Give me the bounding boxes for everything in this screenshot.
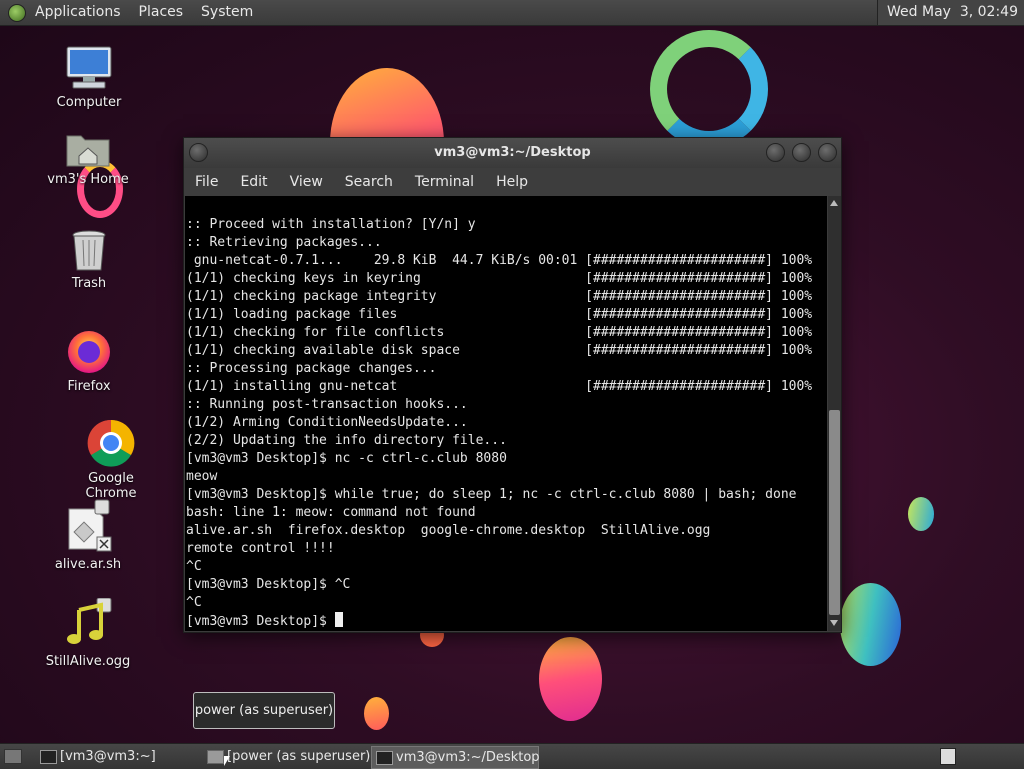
- mouse-pointer-icon: [224, 756, 230, 766]
- terminal-line: ^C: [186, 595, 202, 610]
- desktop-icon-label: Trash: [71, 276, 107, 291]
- wallpaper-pink-blob: [539, 637, 602, 721]
- taskbar-item-terminal-desktop[interactable]: vm3@vm3:~/Desktop: [371, 746, 540, 769]
- music-file-icon: [61, 597, 115, 650]
- taskbar-tooltip: power (as superuser): [193, 692, 335, 729]
- taskbar-item-power[interactable]: [power (as superuser)]: [203, 746, 387, 767]
- terminal-text: :: Proceed with installation? [Y/n] y ::…: [185, 196, 827, 631]
- menu-search[interactable]: Search: [334, 174, 404, 190]
- show-desktop-icon[interactable]: [4, 749, 22, 764]
- trash-icon: [69, 230, 109, 272]
- window-titlebar[interactable]: vm3@vm3:~/Desktop: [184, 138, 841, 168]
- desktop-icon-label: Google Chrome: [85, 471, 137, 501]
- menu-edit[interactable]: Edit: [229, 174, 278, 190]
- desktop-icon-computer[interactable]: Computer: [39, 45, 139, 110]
- desktop-icon-trash[interactable]: Trash: [39, 230, 139, 291]
- terminal-line: :: Running post-transaction hooks...: [186, 397, 468, 412]
- terminal-line: (1/1) checking keys in keyring [########…: [186, 271, 813, 286]
- distro-logo-icon[interactable]: [8, 3, 26, 22]
- desktop-icon-label: vm3's Home: [47, 172, 129, 187]
- terminal-line: ^C: [186, 559, 202, 574]
- menu-help[interactable]: Help: [485, 174, 539, 190]
- terminal-line: :: Proceed with installation? [Y/n] y: [186, 217, 476, 232]
- menu-view[interactable]: View: [279, 174, 334, 190]
- terminal-scrollbar[interactable]: [828, 196, 841, 631]
- desktop-icon-label: alive.ar.sh: [54, 557, 122, 572]
- terminal-line: alive.ar.sh firefox.desktop google-chrom…: [186, 523, 711, 538]
- terminal-line: :: Retrieving packages...: [186, 235, 382, 250]
- terminal-line: gnu-netcat-0.7.1... 29.8 KiB 44.7 KiB/s …: [186, 253, 813, 268]
- bottom-panel: [vm3@vm3:~] [power (as superuser)] vm3@v…: [0, 743, 1024, 769]
- terminal-line: bash: line 1: meow: command not found: [186, 505, 476, 520]
- wallpaper-tiny-blob: [364, 697, 389, 730]
- terminal-line: (1/1) checking for file conflicts [#####…: [186, 325, 813, 340]
- terminal-line: [vm3@vm3 Desktop]$ nc -c ctrl-c.club 808…: [186, 451, 507, 466]
- home-folder-icon: [65, 130, 111, 168]
- system-menu[interactable]: System: [192, 0, 262, 25]
- terminal-line: [vm3@vm3 Desktop]$ ^C: [186, 577, 351, 592]
- terminal-line: (1/1) installing gnu-netcat [###########…: [186, 379, 813, 394]
- terminal-line: (1/2) Arming ConditionNeedsUpdate...: [186, 415, 468, 430]
- desktop-icon-stillalive[interactable]: StillAlive.ogg: [38, 597, 138, 669]
- desktop-icon-label: Firefox: [67, 379, 111, 394]
- terminal-menubar: File Edit View Search Terminal Help: [184, 168, 841, 196]
- wallpaper-blue-blob: [840, 583, 901, 666]
- terminal-icon: [376, 751, 393, 765]
- terminal-prompt: [vm3@vm3 Desktop]$: [186, 614, 335, 629]
- scroll-up-arrow-icon[interactable]: [830, 200, 838, 206]
- desktop-icon-label: StillAlive.ogg: [45, 654, 131, 669]
- computer-icon: [65, 45, 113, 91]
- chrome-icon: [87, 419, 135, 467]
- window-title: vm3@vm3:~/Desktop: [434, 145, 591, 160]
- menu-file[interactable]: File: [184, 174, 229, 190]
- taskbar-item-label: vm3@vm3:~/Desktop: [396, 750, 540, 765]
- folder-icon: [207, 750, 224, 764]
- desktop-icon-firefox[interactable]: Firefox: [39, 327, 139, 394]
- places-menu[interactable]: Places: [130, 0, 193, 25]
- wallpaper-ring: [650, 30, 768, 148]
- terminal-line: (2/2) Updating the info directory file..…: [186, 433, 507, 448]
- clock[interactable]: Wed May 3, 02:49: [877, 0, 1024, 25]
- terminal-line: :: Processing package changes...: [186, 361, 437, 376]
- terminal-line: (1/1) checking available disk space [###…: [186, 343, 813, 358]
- terminal-line: [vm3@vm3 Desktop]$ while true; do sleep …: [186, 487, 797, 502]
- close-button[interactable]: [818, 143, 837, 162]
- workspace-switcher[interactable]: [940, 748, 956, 765]
- script-file-icon: [61, 499, 115, 553]
- applications-menu[interactable]: Applications: [26, 0, 130, 25]
- desktop-icon-chrome[interactable]: Google Chrome: [61, 419, 161, 501]
- taskbar-item-label: [power (as superuser)]: [227, 749, 376, 764]
- terminal-line: (1/1) loading package files [###########…: [186, 307, 813, 322]
- terminal-cursor[interactable]: [334, 612, 343, 627]
- terminal-window[interactable]: vm3@vm3:~/Desktop File Edit View Search …: [183, 137, 842, 633]
- menu-terminal[interactable]: Terminal: [404, 174, 485, 190]
- top-panel: Applications Places System Wed May 3, 02…: [0, 0, 1024, 26]
- terminal-icon: [40, 750, 57, 764]
- terminal-line: (1/1) checking package integrity [######…: [186, 289, 813, 304]
- taskbar-item-terminal-home[interactable]: [vm3@vm3:~]: [36, 746, 220, 767]
- terminal-output[interactable]: :: Proceed with installation? [Y/n] y ::…: [185, 196, 827, 631]
- firefox-icon: [65, 327, 113, 375]
- terminal-line: remote control !!!!: [186, 541, 335, 556]
- taskbar-item-label: [vm3@vm3:~]: [60, 749, 156, 764]
- terminal-line: meow: [186, 469, 218, 484]
- desktop-icon-home[interactable]: vm3's Home: [38, 130, 138, 187]
- wallpaper-small-blue-blob: [908, 497, 934, 531]
- desktop-icon-label: Computer: [56, 95, 122, 110]
- scroll-down-arrow-icon[interactable]: [830, 620, 838, 626]
- minimize-button[interactable]: [766, 143, 785, 162]
- maximize-button[interactable]: [792, 143, 811, 162]
- desktop-icon-alive-script[interactable]: alive.ar.sh: [38, 499, 138, 572]
- scrollbar-thumb[interactable]: [829, 410, 840, 615]
